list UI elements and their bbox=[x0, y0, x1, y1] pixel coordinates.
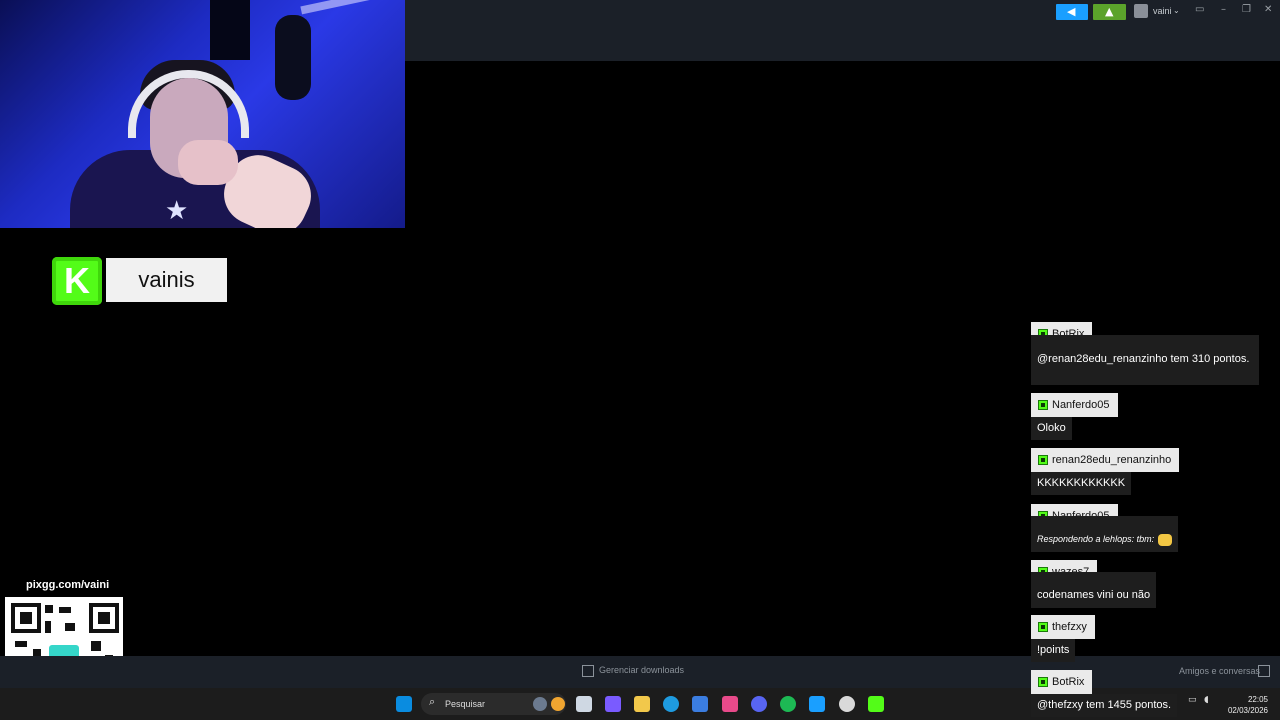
chat-message: KKKKKKKKKKKK bbox=[1031, 472, 1132, 495]
edge-icon[interactable] bbox=[663, 696, 679, 712]
notifications-button[interactable]: ▲ bbox=[1093, 4, 1126, 20]
file-explorer-icon[interactable] bbox=[634, 696, 650, 712]
photos-icon[interactable] bbox=[722, 696, 738, 712]
minimize-icon[interactable]: – bbox=[1221, 4, 1226, 15]
obs-icon[interactable] bbox=[839, 696, 855, 712]
chevron-down-icon[interactable]: ⌄ bbox=[1173, 6, 1180, 15]
kick-badge-icon bbox=[1038, 622, 1048, 632]
chat-message: codenames vini ou não bbox=[1031, 572, 1157, 608]
search-icon: ⌕ bbox=[429, 696, 436, 708]
broadcast-button[interactable]: ◀ bbox=[1056, 4, 1088, 20]
maximize-icon[interactable]: ❐ bbox=[1242, 4, 1251, 15]
account-name[interactable]: vaini bbox=[1153, 6, 1172, 16]
clock-date: 02/03/2026 bbox=[1227, 706, 1268, 715]
kick-badge-icon bbox=[1038, 400, 1048, 410]
chat-message: @renan28edu_renanzinho tem 310 pontos. bbox=[1031, 335, 1259, 385]
steam-icon[interactable] bbox=[809, 696, 825, 712]
task-view-icon[interactable] bbox=[576, 696, 592, 712]
download-icon[interactable] bbox=[582, 665, 594, 677]
kick-logo-icon: K bbox=[52, 257, 102, 305]
big-picture-icon[interactable]: ▭ bbox=[1195, 4, 1204, 15]
copilot-icon[interactable] bbox=[605, 696, 621, 712]
bell-icon: ▲ bbox=[1105, 5, 1114, 18]
chat-message: !points bbox=[1031, 639, 1076, 662]
manage-downloads-link[interactable]: Gerenciar downloads bbox=[599, 665, 684, 675]
taskbar-search[interactable]: ⌕ Pesquisar bbox=[421, 693, 566, 715]
kick-badge-icon bbox=[1038, 677, 1048, 687]
cat-emote-icon bbox=[1158, 533, 1173, 546]
chat-username: Nanferdo05 bbox=[1031, 393, 1118, 417]
close-icon[interactable]: ✕ bbox=[1264, 4, 1272, 15]
search-highlight-icon bbox=[533, 697, 547, 711]
kick-app-icon[interactable] bbox=[868, 696, 884, 712]
windows-start-icon[interactable] bbox=[396, 696, 412, 712]
store-icon[interactable] bbox=[692, 696, 708, 712]
volume-icon[interactable]: ◖ bbox=[1204, 695, 1209, 705]
clock-time: 22:05 bbox=[1247, 695, 1268, 704]
chat-message: Oloko bbox=[1031, 417, 1072, 440]
friends-chat-link[interactable]: Amigos e conversas bbox=[1179, 666, 1260, 676]
webcam-feed: ★ bbox=[0, 0, 405, 228]
discord-icon[interactable] bbox=[751, 696, 767, 712]
friends-icon[interactable] bbox=[1258, 665, 1270, 677]
taskbar-clock[interactable]: 22:05 02/03/2026 bbox=[1226, 694, 1268, 716]
search-placeholder: Pesquisar bbox=[445, 699, 486, 709]
search-highlight-icon-2 bbox=[551, 697, 565, 711]
chat-message: @thefzxy tem 1455 pontos. bbox=[1031, 694, 1178, 717]
streamer-name: vainis bbox=[106, 258, 227, 302]
microphone bbox=[275, 15, 311, 100]
donation-url: pixgg.com/vaini bbox=[26, 579, 110, 591]
spotify-icon[interactable] bbox=[780, 696, 796, 712]
kick-badge-icon bbox=[1038, 455, 1048, 465]
avatar[interactable] bbox=[1134, 4, 1148, 18]
chat-username: thefzxy bbox=[1031, 615, 1095, 639]
network-icon[interactable]: ▭ bbox=[1188, 695, 1197, 705]
megaphone-icon: ◀ bbox=[1067, 5, 1076, 18]
chat-username: renan28edu_renanzinho bbox=[1031, 448, 1180, 472]
chat-username: BotRix bbox=[1031, 670, 1093, 694]
chat-reply-message: Respondendo a lehlops: tbm: bbox=[1031, 516, 1179, 552]
steam-top-bar: ◀ ▲ vaini ⌄ ▭ – ❐ ✕ bbox=[405, 0, 1280, 61]
shirt-star-icon: ★ bbox=[165, 195, 189, 225]
